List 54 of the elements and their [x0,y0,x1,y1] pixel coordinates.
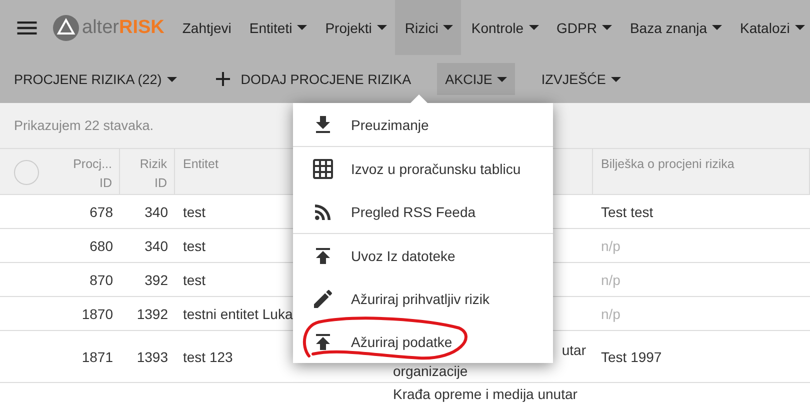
table-cell: 1871 [82,348,113,364]
toolbar-button[interactable]: AKCIJE [437,63,516,95]
table-cell: Test test [601,204,654,220]
logo-text: alter [82,16,119,38]
header-text: Procj... ID [72,156,112,192]
table-cell: 680 [90,238,113,254]
nav-item[interactable]: Baza znanja [620,0,730,55]
menu-item[interactable]: Pregled RSS Feeda [293,190,553,233]
results-count: Prikazujem 22 stavaka. [14,118,154,133]
menu-item[interactable]: Ažuriraj podatke [293,320,553,363]
menu-item[interactable]: Izvoz u proračunsku tablicu [293,147,553,190]
table-cell: n/p [601,306,620,322]
header-text: Bilješka o procjeni rizika [601,156,734,173]
toolbar-button[interactable]: PROCJENE RIZIKA (22) [6,63,185,95]
nav-item[interactable]: Zahtjevi [172,0,240,55]
nav-item[interactable]: Projekti [315,0,395,55]
menu-item[interactable]: Preuzimanje [293,103,553,146]
cell-text: organizacije [393,363,469,380]
cell-text: utar [562,342,586,359]
caret-icon [610,76,621,82]
table-cell: test [183,238,206,254]
table-cell: 1393 [136,348,168,364]
table-cell: 1392 [136,306,168,322]
header-text: Rizik ID [138,156,167,192]
table-cell: test [183,204,206,220]
nav-item[interactable]: Rizici [394,0,462,55]
menu-item[interactable]: Uvoz Iz datoteke [293,234,553,277]
table-cell: test 123 [183,348,233,364]
cell-text: Krađa opreme i medija unutar [393,386,578,403]
table-cell: testni entitet Luka [183,306,293,322]
caret-icon [497,76,508,82]
table-cell: 870 [90,272,113,288]
nav-item[interactable]: Katalozi [730,0,810,55]
table-cell: 340 [144,204,168,220]
table-cell: test [183,272,206,288]
logo-icon [52,14,80,42]
logo-text: RISK [118,16,164,38]
table-cell: n/p [601,272,620,288]
toolbar-button[interactable]: IZVJEŠĆE [533,63,629,95]
grid-icon [311,156,335,180]
table-cell: 678 [90,204,113,220]
nav-item[interactable]: Kontrole [461,0,547,55]
table-cell: 340 [144,238,168,254]
table-cell: Test 1997 [601,348,662,364]
table-cell: n/p [601,238,620,254]
select-all-checkbox[interactable] [14,160,39,185]
nav-item[interactable]: GDPR [546,0,620,55]
header-text: Entitet [183,156,218,173]
nav-item[interactable]: Entiteti [239,0,316,55]
menu-item[interactable]: Ažuriraj prihvatljiv rizik [293,277,553,320]
caret-icon [166,76,177,82]
table-cell: 392 [144,272,168,288]
toolbar-button[interactable]: DODAJ PROCJENE RIZIKA [202,63,420,95]
table-cell: 1870 [82,306,113,322]
